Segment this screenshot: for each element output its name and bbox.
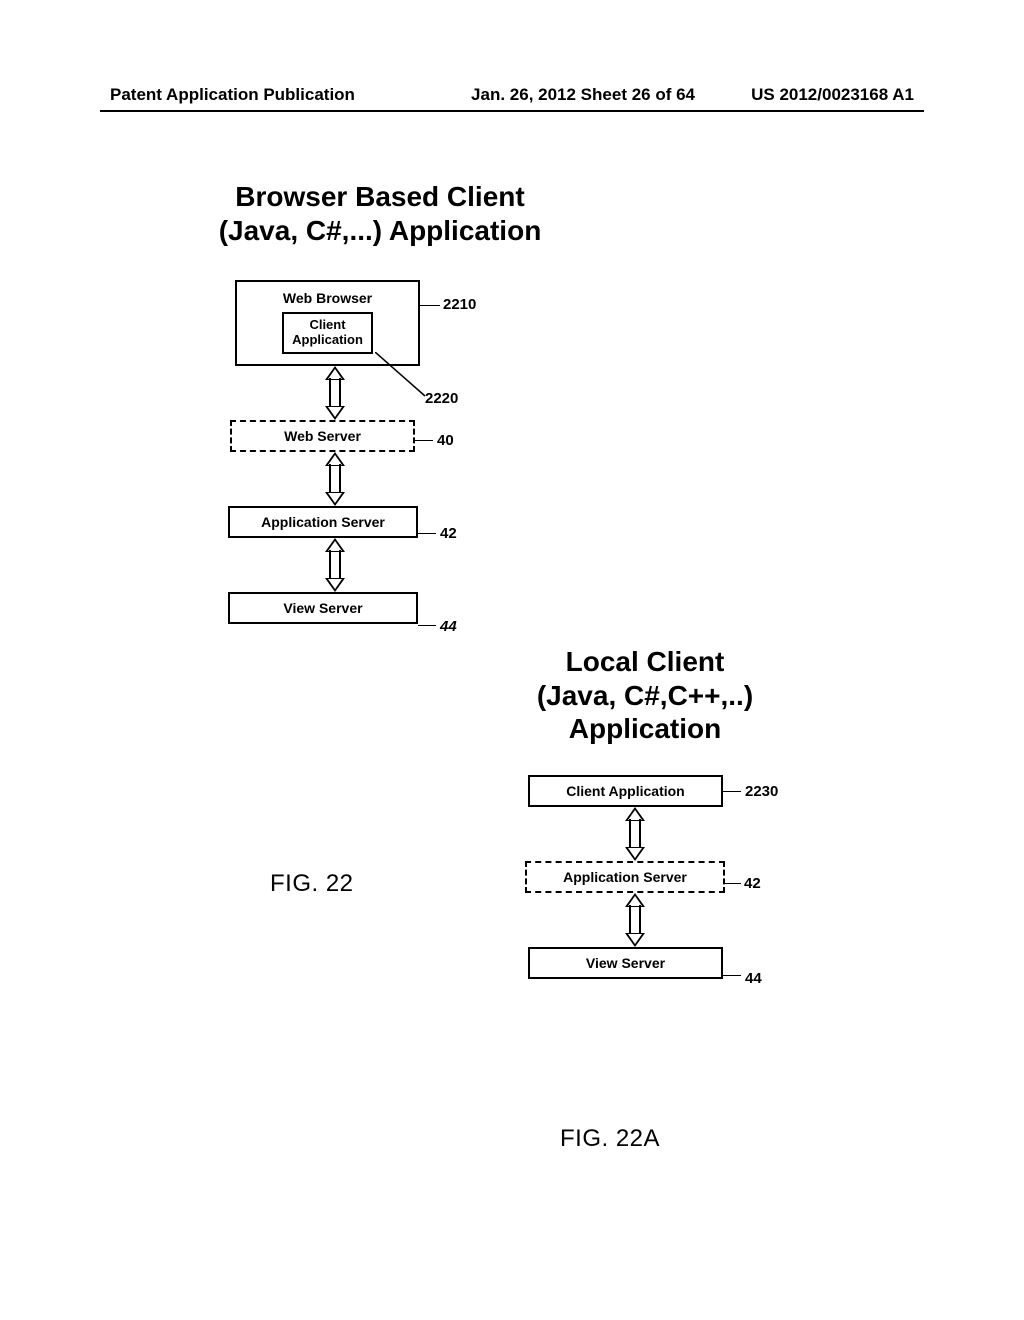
leader-42 bbox=[418, 533, 436, 534]
caption-fig22: FIG. 22 bbox=[270, 870, 354, 898]
label-client-application-local: Client Application bbox=[566, 783, 684, 799]
diagram-fig22: Web Browser Client Application 2210 2220… bbox=[225, 280, 445, 624]
label-view-server-local: View Server bbox=[586, 955, 665, 971]
diagram-fig22a: Client Application 2230 Application Serv… bbox=[525, 775, 745, 979]
box-web-server: Web Server bbox=[230, 420, 415, 452]
header-right: US 2012/0023168 A1 bbox=[751, 85, 914, 105]
arrow-appserver-viewserver-local bbox=[623, 893, 647, 947]
ref-2230: 2230 bbox=[745, 783, 778, 800]
box-client-application-local: Client Application bbox=[528, 775, 723, 807]
leader-2230 bbox=[723, 791, 741, 792]
arrow-browser-webserver bbox=[323, 366, 347, 420]
box-client-application: Client Application bbox=[282, 312, 373, 354]
box-view-server: View Server bbox=[228, 592, 418, 624]
arrow-webserver-appserver bbox=[323, 452, 347, 506]
label-application-server-local: Application Server bbox=[563, 869, 687, 885]
caption-fig22a: FIG. 22A bbox=[560, 1125, 660, 1153]
title-local-line-1: Local Client bbox=[485, 645, 805, 679]
header-center: Jan. 26, 2012 Sheet 26 of 64 bbox=[471, 85, 695, 105]
label-web-server: Web Server bbox=[284, 428, 361, 444]
leader-2210 bbox=[420, 305, 440, 306]
box-view-server-local: View Server bbox=[528, 947, 723, 979]
leader-40 bbox=[415, 440, 433, 441]
title-line-2: (Java, C#,...) Application bbox=[170, 214, 590, 248]
ref-44-b: 44 bbox=[745, 970, 762, 987]
title-local-line-3: Application bbox=[485, 712, 805, 746]
leader-44 bbox=[418, 625, 436, 626]
title-line-1: Browser Based Client bbox=[170, 180, 590, 214]
label-web-browser: Web Browser bbox=[247, 290, 408, 306]
ref-2210: 2210 bbox=[443, 296, 476, 313]
ref-42-b: 42 bbox=[744, 875, 761, 892]
arrow-client-appserver-local bbox=[623, 807, 647, 861]
leader-42-b bbox=[725, 883, 741, 884]
header-left: Patent Application Publication bbox=[110, 85, 355, 105]
title-local-client: Local Client (Java, C#,C++,..) Applicati… bbox=[485, 645, 805, 746]
label-application-server: Application Server bbox=[261, 514, 385, 530]
ref-2220: 2220 bbox=[425, 390, 458, 407]
ref-40: 40 bbox=[437, 432, 454, 449]
ref-44-a: 44 bbox=[440, 618, 457, 635]
box-application-server: Application Server bbox=[228, 506, 418, 538]
box-application-server-local: Application Server bbox=[525, 861, 725, 893]
leader-44-b bbox=[723, 975, 741, 976]
arrow-appserver-viewserver bbox=[323, 538, 347, 592]
title-browser-client: Browser Based Client (Java, C#,...) Appl… bbox=[170, 180, 590, 247]
page-header: Patent Application Publication Jan. 26, … bbox=[110, 85, 914, 105]
label-view-server: View Server bbox=[283, 600, 362, 616]
title-local-line-2: (Java, C#,C++,..) bbox=[485, 679, 805, 713]
header-rule bbox=[100, 110, 924, 112]
ref-42: 42 bbox=[440, 525, 457, 542]
